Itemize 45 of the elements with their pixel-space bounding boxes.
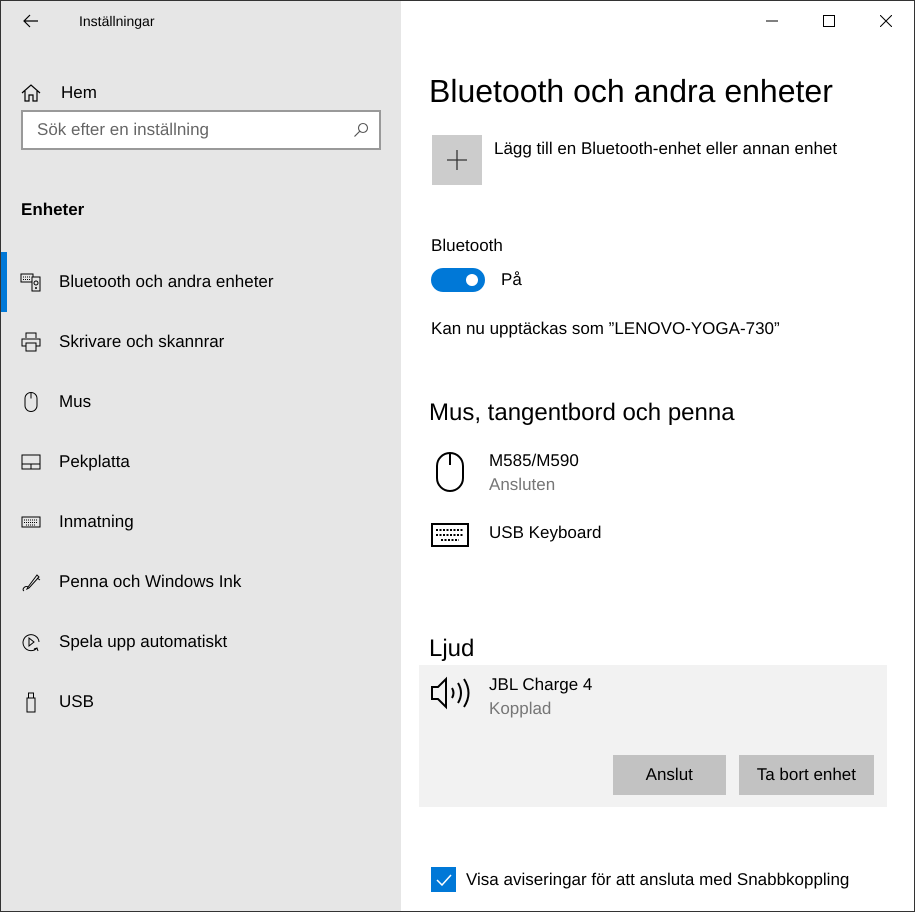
device-action-button[interactable]: Ta bort enhet <box>738 755 874 795</box>
section-heading: Enheter <box>21 200 84 220</box>
home-link[interactable]: Hem <box>21 83 97 103</box>
checkbox-label: Visa aviseringar för att ansluta med Snabbkoppling <box>466 870 850 890</box>
device-name: M585/M590 <box>489 451 579 471</box>
bluetooth-label: Bluetooth <box>431 236 503 256</box>
back-arrow-icon[interactable] <box>23 14 39 28</box>
window-title: Inställningar <box>79 13 154 29</box>
printer-icon <box>20 331 42 353</box>
search-field[interactable]: Sök efter en inställning <box>21 110 381 150</box>
devices-icon <box>20 271 42 293</box>
sidebar-item[interactable]: Pekplatta <box>1 432 401 492</box>
device-action-button[interactable]: Anslut <box>612 755 726 795</box>
device-name: USB Keyboard <box>489 523 602 543</box>
sidebar-item[interactable]: Inmatning <box>1 492 401 552</box>
add-device-label[interactable]: Lägg till en Bluetooth-enhet eller annan enhet <box>494 139 838 185</box>
sidebar-item[interactable]: Spela upp automatiskt <box>1 612 401 672</box>
device-item[interactable]: USB Keyboard <box>419 513 887 565</box>
sidebar-item[interactable]: Penna och Windows Ink <box>1 552 401 612</box>
close-icon[interactable] <box>880 15 892 27</box>
device-status: Ansluten <box>489 475 556 495</box>
mouse-icon <box>434 451 466 493</box>
search-icon <box>353 122 369 138</box>
maximize-icon[interactable] <box>823 15 835 27</box>
autoplay-icon <box>20 631 42 653</box>
section-heading: Ljud <box>429 635 476 663</box>
device-name: JBL Charge 4 <box>489 675 592 695</box>
sidebar-item[interactable]: USB <box>1 672 401 732</box>
plus-icon <box>447 150 467 170</box>
keyboard-icon <box>431 523 469 547</box>
checkmark-icon <box>436 874 452 886</box>
home-icon <box>21 84 41 102</box>
device-item[interactable]: M585/M590 Ansluten <box>419 441 887 513</box>
sidebar-item[interactable]: Mus <box>1 372 401 432</box>
speaker-icon <box>430 675 470 711</box>
bluetooth-toggle[interactable] <box>431 268 485 292</box>
checkbox[interactable] <box>431 867 456 892</box>
device-status: Kopplad <box>489 699 552 719</box>
page-title: Bluetooth och andra enheter <box>429 73 834 110</box>
discoverable-text: Kan nu upptäckas som ”LENOVO-YOGA-730” <box>431 319 780 339</box>
section-heading: Mus, tangentbord och penna <box>429 399 736 427</box>
sidebar-item[interactable]: Bluetooth och andra enheter <box>1 252 401 312</box>
sidebar-item[interactable]: Skrivare och skannrar <box>1 312 401 372</box>
toggle-state: På <box>501 270 522 290</box>
device-item[interactable]: JBL Charge 4 Kopplad Anslut Ta bort enhet <box>419 665 887 807</box>
